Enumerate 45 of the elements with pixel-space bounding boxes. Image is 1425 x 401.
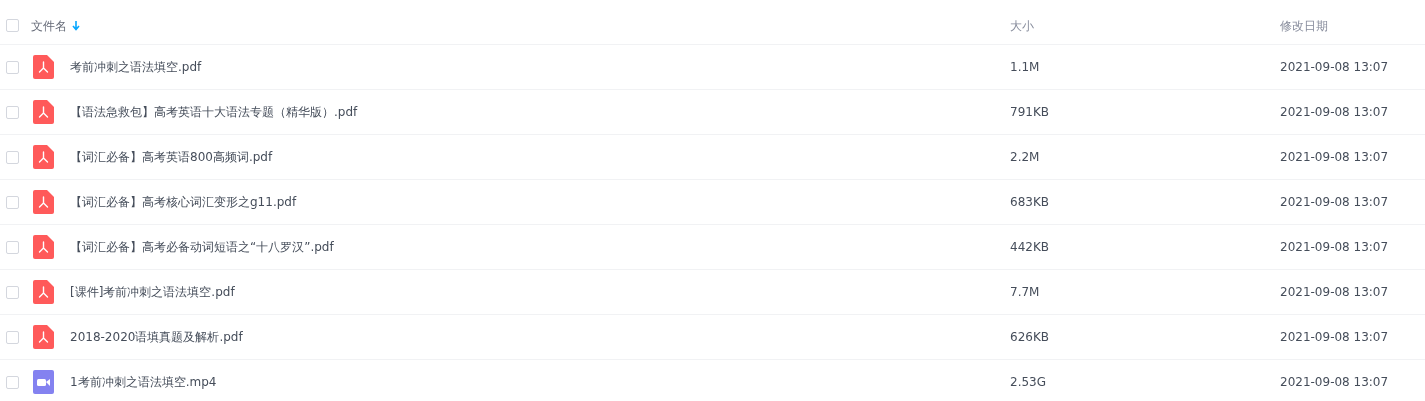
checkbox[interactable] — [6, 105, 19, 119]
file-name[interactable]: [课件]考前冲刺之语法填空.pdf — [70, 283, 235, 301]
file-name[interactable]: 1考前冲刺之语法填空.mp4 — [70, 373, 217, 391]
file-size: 2.53G — [1010, 374, 1048, 391]
checkbox[interactable] — [6, 330, 19, 344]
file-name[interactable]: 【语法急救包】高考英语十大语法专题（精华版）.pdf — [70, 103, 358, 121]
pdf-file-icon — [33, 325, 54, 349]
modified-date: 2021-09-08 13:07 — [1280, 284, 1389, 301]
file-name[interactable]: 【词汇必备】高考必备动词短语之“十八罗汉”.pdf — [70, 238, 334, 256]
checkbox[interactable] — [6, 150, 19, 164]
checkbox[interactable] — [6, 195, 19, 209]
file-size: 7.7M — [1010, 284, 1041, 301]
checkbox[interactable] — [6, 285, 19, 299]
checkbox[interactable] — [6, 19, 19, 32]
checkbox[interactable] — [6, 60, 19, 74]
pdf-file-icon — [33, 100, 54, 124]
column-header[interactable]: 修改日期 — [1280, 16, 1328, 35]
modified-date: 2021-09-08 13:07 — [1280, 59, 1389, 76]
file-name[interactable]: 考前冲刺之语法填空.pdf — [70, 58, 202, 76]
column-header[interactable]: 文件名 — [31, 16, 67, 35]
file-name[interactable]: 【词汇必备】高考英语800高频词.pdf — [70, 148, 273, 166]
modified-date: 2021-09-08 13:07 — [1280, 104, 1389, 121]
video-file-icon — [33, 370, 54, 394]
file-size: 791KB — [1010, 104, 1050, 121]
sort-arrow-icon[interactable] — [72, 20, 80, 31]
pdf-file-icon — [33, 235, 54, 259]
checkbox[interactable] — [6, 240, 19, 254]
file-size: 1.1M — [1010, 59, 1041, 76]
modified-date: 2021-09-08 13:07 — [1280, 329, 1389, 346]
pdf-file-icon — [33, 145, 54, 169]
file-size: 2.2M — [1010, 149, 1041, 166]
column-header[interactable]: 大小 — [1010, 16, 1034, 35]
modified-date: 2021-09-08 13:07 — [1280, 149, 1389, 166]
pdf-file-icon — [33, 190, 54, 214]
file-size: 626KB — [1010, 329, 1050, 346]
pdf-file-icon — [33, 280, 54, 304]
modified-date: 2021-09-08 13:07 — [1280, 239, 1389, 256]
modified-date: 2021-09-08 13:07 — [1280, 194, 1389, 211]
modified-date: 2021-09-08 13:07 — [1280, 374, 1389, 391]
file-size: 442KB — [1010, 239, 1050, 256]
file-size: 683KB — [1010, 194, 1050, 211]
file-name[interactable]: 2018-2020语填真题及解析.pdf — [70, 328, 243, 346]
checkbox[interactable] — [6, 375, 19, 389]
pdf-file-icon — [33, 55, 54, 79]
file-name[interactable]: 【词汇必备】高考核心词汇变形之g11.pdf — [70, 193, 297, 211]
